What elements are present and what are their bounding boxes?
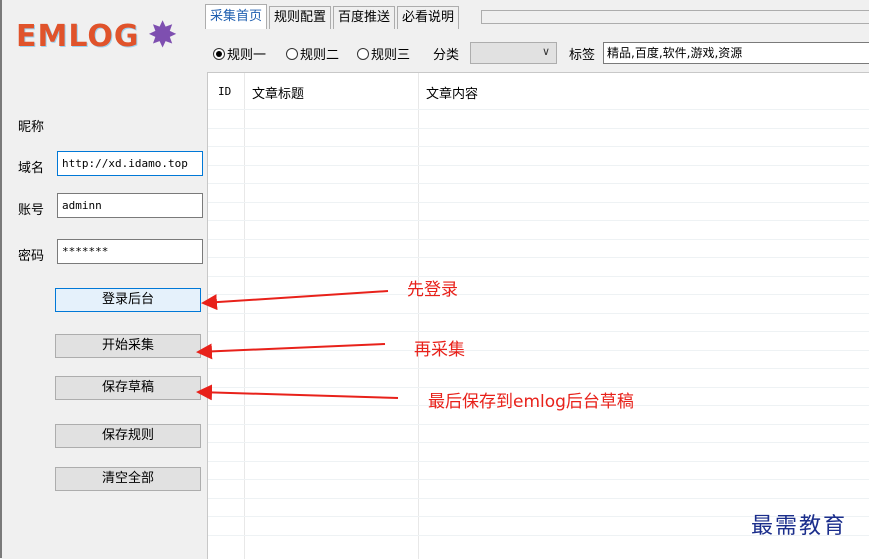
table-row-divider <box>208 497 869 499</box>
tags-label: 标签 <box>569 48 596 63</box>
table-row-divider <box>208 164 869 166</box>
tab-collect-home[interactable]: 采集首页 <box>205 4 268 29</box>
logo: EMLOG ✸ <box>16 16 178 56</box>
left-panel: EMLOG ✸ 昵称 域名 http://xd.idamo.top 账号 adm… <box>0 0 205 558</box>
password-label: 密码 <box>18 249 45 264</box>
radio-checked-icon <box>213 47 225 60</box>
table-row-divider <box>208 479 869 480</box>
column-header-id[interactable]: ID <box>218 85 231 98</box>
table-row-divider <box>208 257 869 258</box>
domain-label: 域名 <box>18 161 45 176</box>
category-select[interactable]: ∨ <box>470 42 557 64</box>
radio-rule-3-label: 规则三 <box>371 48 411 63</box>
radio-rule-3[interactable]: 规则三 <box>357 44 410 63</box>
clear-all-button[interactable]: 清空全部 <box>55 467 201 491</box>
table-row-divider <box>208 220 869 221</box>
annotation-step-1: 先登录 <box>407 280 458 300</box>
watermark: 最需教育 <box>750 514 847 539</box>
radio-unchecked-icon <box>357 47 369 60</box>
radio-unchecked-icon <box>286 47 298 60</box>
table-row-divider <box>208 109 869 110</box>
account-field[interactable]: adminn <box>57 193 203 218</box>
radio-rule-2[interactable]: 规则二 <box>286 44 339 63</box>
table-row-divider <box>208 442 869 443</box>
tab-must-read[interactable]: 必看说明 <box>397 6 460 29</box>
table-row-divider <box>208 368 869 369</box>
radio-rule-1[interactable]: 规则一 <box>213 44 266 63</box>
radio-rule-1-label: 规则一 <box>227 48 267 63</box>
table-row-divider <box>208 312 869 314</box>
column-header-title[interactable]: 文章标题 <box>252 83 304 102</box>
table-row-divider <box>208 275 869 277</box>
table-row-divider <box>208 183 869 184</box>
table-row-divider <box>208 349 869 351</box>
nickname-label: 昵称 <box>18 120 45 135</box>
table-row-divider <box>208 146 869 147</box>
login-button[interactable]: 登录后台 <box>55 288 201 312</box>
table-row-divider <box>208 201 869 203</box>
annotation-step-2: 再采集 <box>414 340 465 360</box>
domain-field[interactable]: http://xd.idamo.top <box>57 151 203 176</box>
tab-rule-config[interactable]: 规则配置 <box>269 6 332 29</box>
maple-leaf-icon: ✸ <box>147 15 178 56</box>
category-label: 分类 <box>433 48 460 63</box>
logo-text: EMLOG <box>16 18 140 54</box>
table-row-divider <box>208 423 869 425</box>
start-collect-button[interactable]: 开始采集 <box>55 334 201 358</box>
table-row-divider <box>208 460 869 462</box>
table-row-divider <box>208 238 869 240</box>
table-row-divider <box>208 294 869 295</box>
table-row-divider <box>208 331 869 332</box>
chevron-down-icon: ∨ <box>541 45 550 58</box>
radio-rule-2-label: 规则二 <box>300 48 340 63</box>
save-draft-button[interactable]: 保存草稿 <box>55 376 201 400</box>
article-table[interactable]: ID 文章标题 文章内容 <box>207 72 869 559</box>
account-label: 账号 <box>18 203 45 218</box>
save-rules-button[interactable]: 保存规则 <box>55 424 201 448</box>
tab-strip <box>481 10 869 24</box>
column-header-content[interactable]: 文章内容 <box>426 83 478 102</box>
table-row-divider <box>208 127 869 129</box>
tab-bar: 采集首页 规则配置 百度推送 必看说明 <box>205 4 461 30</box>
annotation-step-3: 最后保存到emlog后台草稿 <box>428 392 634 412</box>
right-panel: 采集首页 规则配置 百度推送 必看说明 规则一 规则二 规则三 分类 ∨ 标签 … <box>205 0 869 559</box>
password-field[interactable]: ******* <box>57 239 203 264</box>
tab-baidu-push[interactable]: 百度推送 <box>333 6 396 29</box>
toolbar: 规则一 规则二 规则三 分类 ∨ 标签 精品,百度,软件,游戏,资源 <box>205 40 869 66</box>
tags-input[interactable]: 精品,百度,软件,游戏,资源 <box>603 42 869 64</box>
